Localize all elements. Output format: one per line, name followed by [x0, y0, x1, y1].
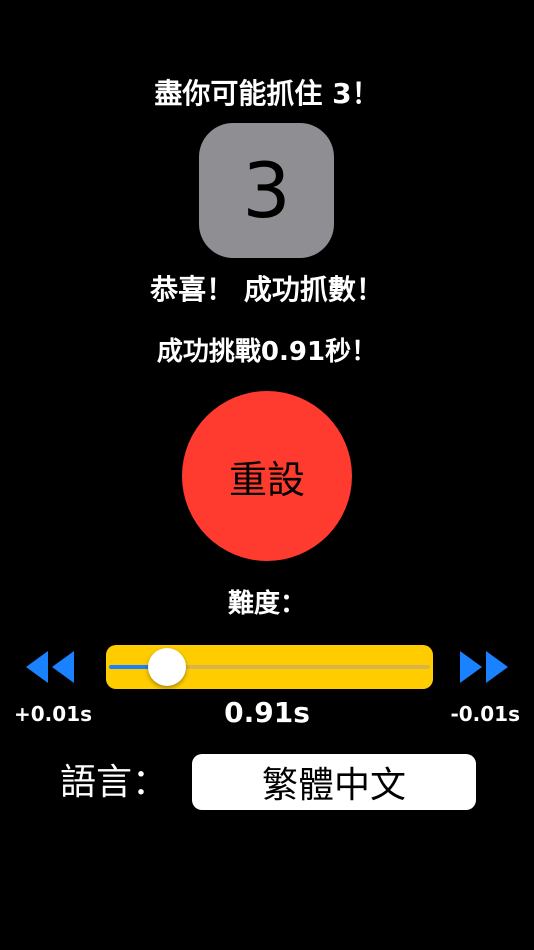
fast-forward-icon[interactable] [458, 649, 510, 685]
rewind-icon[interactable] [24, 649, 76, 685]
difficulty-label: 難度： [227, 589, 306, 619]
game-screen: 盡你可能抓住 3！ 3 恭喜！ 成功抓數！ 成功挑戰0.91秒！ 重設 難度： … [0, 0, 534, 950]
reset-button-label: 重設 [228, 457, 305, 502]
instruction-text: 盡你可能抓住 3！ [154, 77, 380, 110]
language-label: 語言： [60, 762, 169, 803]
language-selector[interactable]: 繁體中文 [192, 754, 476, 810]
slider-thumb[interactable] [147, 648, 186, 686]
target-number-box: 3 [199, 123, 334, 258]
decrease-step-label: -0.01s [450, 702, 520, 726]
reset-button[interactable]: 重設 [182, 391, 352, 561]
time-message: 成功挑戰0.91秒！ [156, 337, 378, 367]
target-number: 3 [242, 146, 291, 235]
language-selected-value: 繁體中文 [261, 765, 406, 806]
result-message: 恭喜！ 成功抓數！ [150, 273, 384, 306]
difficulty-slider[interactable] [106, 645, 433, 689]
